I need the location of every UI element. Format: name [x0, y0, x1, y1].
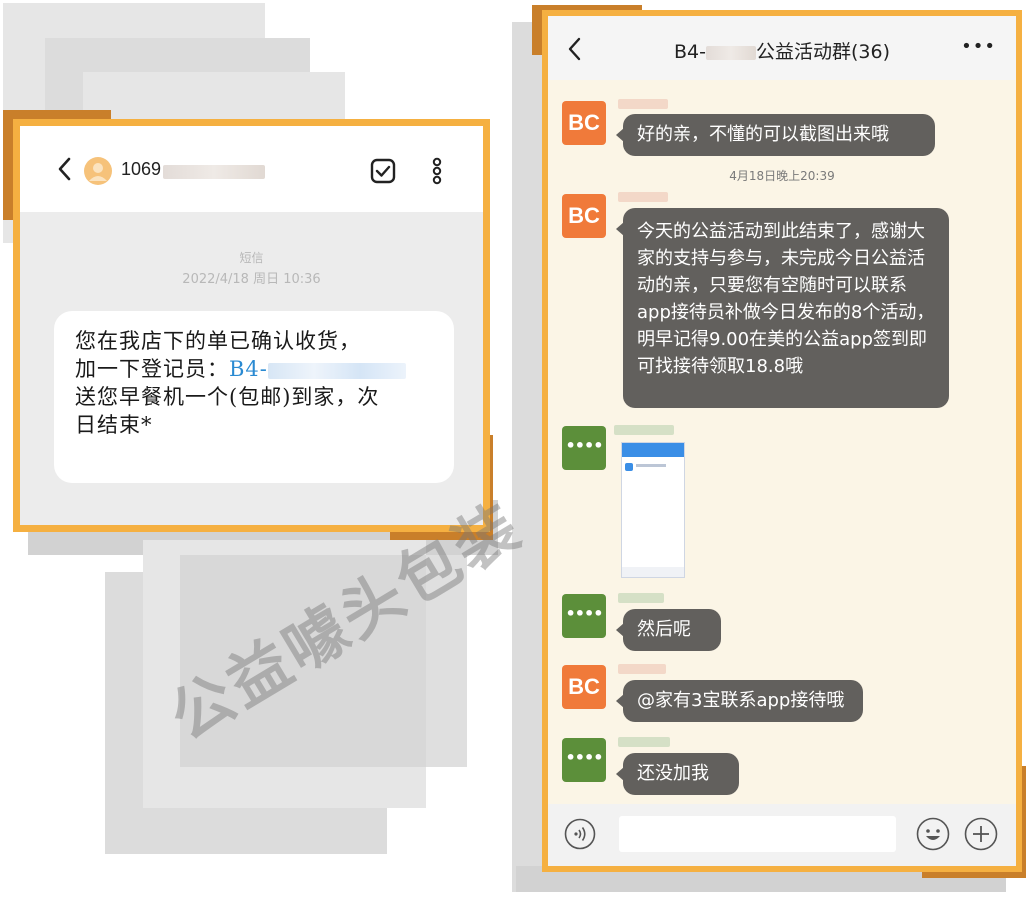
- contact-avatar-icon: [84, 157, 112, 185]
- bg-layer: [512, 22, 542, 892]
- sms-message-text: 您在我店下的单已确认收货， 加一下登记员：B4- 送您早餐机一个(包邮)到家，次…: [75, 327, 445, 439]
- sms-line: 您在我店下的单已确认收货，: [75, 329, 361, 353]
- emoji-icon[interactable]: [916, 817, 950, 851]
- sms-line: 日结束*: [75, 413, 153, 437]
- sender-name-redaction: [618, 99, 668, 109]
- checkbox-icon[interactable]: [370, 158, 396, 184]
- avatar-bc[interactable]: BC: [562, 101, 606, 145]
- sender-name-redaction: [618, 737, 670, 747]
- chat-panel: B4- 公益活动群(36) ••• BC 好的亲，不懂的可以截图出来哦 4月18日…: [542, 10, 1022, 872]
- avatar-green[interactable]: ••••: [562, 426, 606, 470]
- chat-timestamp: 4月18日晚上20:39: [729, 169, 835, 183]
- registrar-link[interactable]: B4-: [229, 357, 268, 381]
- sender-name-redaction: [618, 593, 664, 603]
- contact-number: 1069: [121, 159, 162, 179]
- sms-panel: 1069 短信 2022/4/18 周日 10:36 您在我店下的单已确认收货，…: [13, 119, 490, 532]
- sms-line: 加一下登记员：B4-: [75, 355, 445, 383]
- more-menu-icon[interactable]: •••: [961, 36, 996, 57]
- avatar-green[interactable]: ••••: [562, 594, 606, 638]
- thumbnail-statusbar: [622, 443, 684, 457]
- avatar-bc[interactable]: BC: [562, 665, 606, 709]
- sms-header: 1069: [20, 126, 483, 212]
- sender-name-redaction: [618, 192, 668, 202]
- screenshot-thumbnail[interactable]: [621, 442, 685, 578]
- sms-line-prefix: 加一下登记员：: [75, 357, 229, 381]
- sms-timestamp: 2022/4/18 周日 10:36: [182, 272, 321, 287]
- sms-line: 送您早餐机一个(包邮)到家，次: [75, 385, 380, 409]
- thumbnail-item: [625, 463, 633, 471]
- chat-bubble: 今天的公益活动到此结束了，感谢大家的支持与参与，未完成今日公益活动的亲，只要您有…: [616, 208, 949, 408]
- sender-name-redaction: [614, 425, 674, 435]
- avatar-green[interactable]: ••••: [562, 738, 606, 782]
- chat-bubble: 还没加我: [616, 753, 739, 795]
- chat-bubble: 好的亲，不懂的可以截图出来哦: [616, 114, 935, 156]
- chat-title-prefix: B4-: [674, 41, 706, 63]
- back-chevron-icon[interactable]: [56, 156, 72, 182]
- thumbnail-bottombar: [622, 567, 684, 577]
- thumbnail-item: [636, 464, 666, 467]
- chat-title: B4- 公益活动群(36): [548, 37, 1016, 64]
- chat-header: B4- 公益活动群(36) •••: [548, 16, 1016, 80]
- sms-type-label: 短信: [239, 251, 264, 265]
- kebab-menu-icon[interactable]: [431, 157, 443, 185]
- plus-icon[interactable]: [964, 817, 998, 851]
- sender-name-redaction: [618, 664, 666, 674]
- chat-bubble: @家有3宝联系app接待哦: [616, 680, 863, 722]
- chat-title-redaction: [705, 45, 756, 60]
- contact-number-redaction: [163, 165, 265, 179]
- chat-bubble: 然后呢: [616, 609, 721, 651]
- voice-icon[interactable]: [564, 818, 596, 850]
- chat-input-bar: [548, 804, 1016, 866]
- chat-title-suffix: 公益活动群(36): [755, 41, 890, 63]
- avatar-bc[interactable]: BC: [562, 194, 606, 238]
- link-redaction: [267, 362, 406, 379]
- message-input[interactable]: [619, 816, 896, 852]
